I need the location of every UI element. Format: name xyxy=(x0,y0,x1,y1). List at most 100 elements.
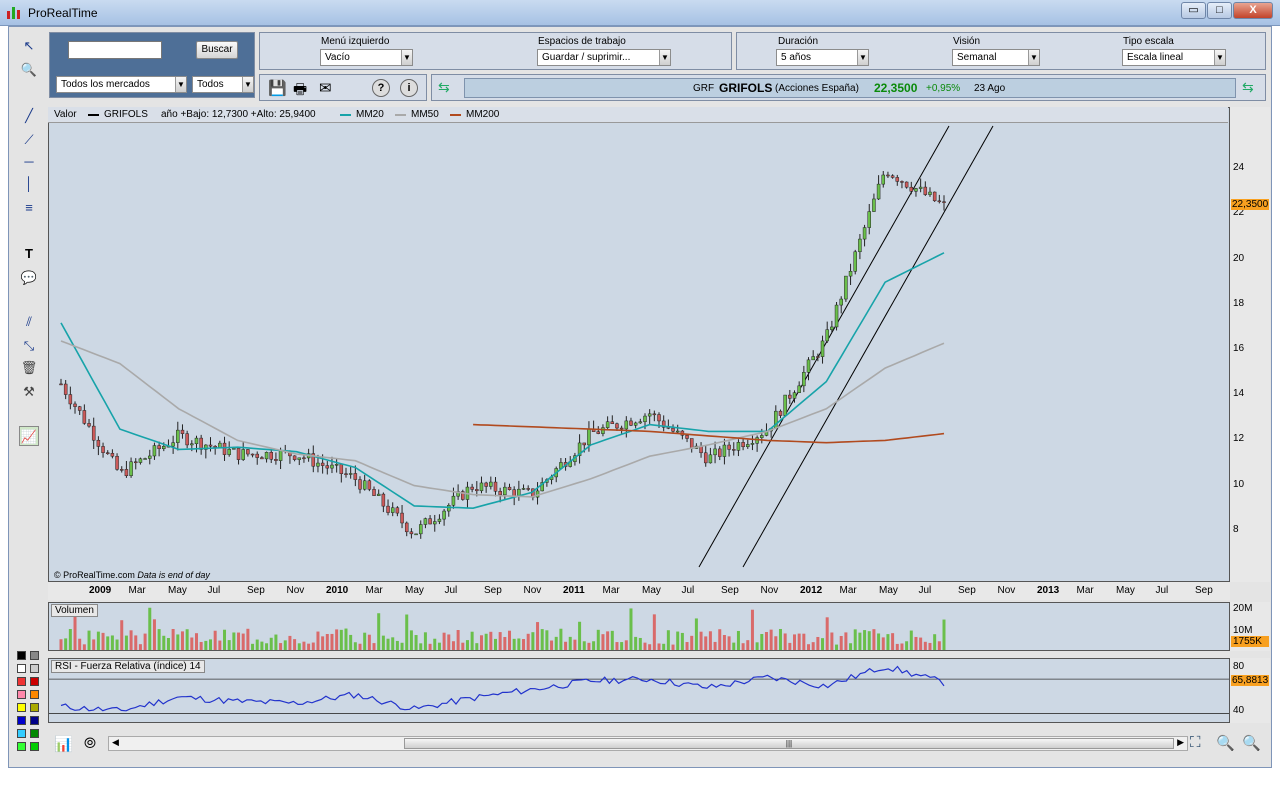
color-swatch[interactable] xyxy=(17,677,26,686)
save-icon[interactable]: 💾 xyxy=(268,79,287,97)
quote-name: GRIFOLS xyxy=(719,81,773,95)
rsi-chart[interactable]: RSI - Fuerza Relativa (índice) 14 xyxy=(48,658,1230,723)
trash-icon[interactable]: 🗑 xyxy=(19,358,39,378)
color-swatch[interactable] xyxy=(30,677,39,686)
color-swatch[interactable] xyxy=(17,664,26,673)
color-swatch[interactable] xyxy=(17,690,26,699)
volume-bar xyxy=(769,629,773,650)
candle-body xyxy=(797,385,801,393)
quote-date: 23 Ago xyxy=(974,83,1006,94)
minimize-button[interactable]: ▭ xyxy=(1181,2,1206,19)
color-swatch[interactable] xyxy=(30,742,39,751)
volume-bar xyxy=(568,636,572,650)
mail-icon[interactable]: ✉ xyxy=(319,79,332,97)
volume-bar xyxy=(821,638,825,650)
volume-bar xyxy=(176,634,180,650)
volume-last: 1755K xyxy=(1231,636,1269,647)
volume-bar xyxy=(522,639,526,650)
color-swatch[interactable] xyxy=(30,651,39,660)
workspace-select[interactable]: Guardar / suprimir... ▼ xyxy=(537,49,671,66)
horizontal-scrollbar[interactable]: ◀ ||| ▶ xyxy=(108,736,1188,751)
horizontal-line-icon[interactable]: ─ xyxy=(19,152,39,172)
candle-body xyxy=(717,448,722,457)
candle-body xyxy=(334,464,339,466)
comment-icon[interactable]: 💬 xyxy=(19,268,39,288)
zoom-fit-icon[interactable]: ⛶ xyxy=(1190,734,1201,751)
search-button[interactable]: Buscar xyxy=(196,41,238,59)
ray-tool-icon[interactable]: ⟋ xyxy=(19,130,39,150)
candle-body xyxy=(176,429,180,443)
volume-bar xyxy=(265,643,269,650)
candle-body xyxy=(148,455,152,459)
color-swatch[interactable] xyxy=(30,716,39,725)
fibonacci-icon[interactable]: ≡ xyxy=(19,198,39,218)
volume-bar xyxy=(106,636,110,650)
color-swatch[interactable] xyxy=(30,690,39,699)
indicator-icon[interactable]: 📈 xyxy=(19,426,39,446)
volume-bar xyxy=(713,641,717,650)
time-tick: Mar xyxy=(365,585,383,596)
line-tool-icon[interactable]: ╱ xyxy=(19,106,39,126)
scroll-right-icon[interactable]: ▶ xyxy=(1177,737,1184,748)
info-icon[interactable]: i xyxy=(400,79,418,97)
volume-bar xyxy=(423,632,427,650)
volume-bar xyxy=(928,642,932,650)
scroll-left-icon[interactable]: ◀ xyxy=(112,737,119,748)
candle-body xyxy=(418,524,423,535)
color-swatch[interactable] xyxy=(17,716,26,725)
volume-bar xyxy=(475,643,479,650)
help-icon[interactable]: ? xyxy=(372,79,390,97)
candle-body xyxy=(498,491,502,496)
cursor-icon[interactable]: ⦾ xyxy=(84,735,96,752)
vertical-line-icon[interactable]: │ xyxy=(19,174,39,194)
candle-body xyxy=(732,449,736,451)
print-icon[interactable]: 🖶 xyxy=(293,79,307,104)
filter-select[interactable]: Todos ▼ xyxy=(192,76,254,93)
volume-bar xyxy=(367,634,371,650)
channel-icon[interactable]: ⫽ xyxy=(19,312,39,332)
color-swatch[interactable] xyxy=(17,703,26,712)
scroll-thumb[interactable]: ||| xyxy=(404,738,1174,749)
chart-settings-icon[interactable]: 📊 xyxy=(54,735,73,753)
chart-forward-icon[interactable]: ⇆ xyxy=(1242,79,1254,96)
color-swatch[interactable] xyxy=(17,742,26,751)
view-select[interactable]: Semanal ▼ xyxy=(952,49,1040,66)
chart-back-icon[interactable]: ⇆ xyxy=(438,79,450,96)
candle-body xyxy=(923,186,928,195)
pointer-icon[interactable]: ↖ xyxy=(19,36,39,56)
volume-bar xyxy=(526,633,530,650)
left-menu-select[interactable]: Vacío ▼ xyxy=(320,49,413,66)
text-tool-icon[interactable]: T xyxy=(19,244,39,264)
color-swatch[interactable] xyxy=(17,729,26,738)
market-select[interactable]: Todos los mercados ▼ xyxy=(56,76,187,93)
volume-bar xyxy=(353,642,357,650)
volume-bar xyxy=(508,630,512,650)
volume-bar xyxy=(816,636,820,650)
color-swatch[interactable] xyxy=(30,703,39,712)
tools-icon[interactable]: ⚒ xyxy=(19,382,39,402)
duration-select[interactable]: 5 años ▼ xyxy=(776,49,869,66)
legend-mm50: MM50 xyxy=(411,109,439,120)
scale-select[interactable]: Escala lineal ▼ xyxy=(1122,49,1226,66)
volume-chart[interactable]: Volumen xyxy=(48,602,1230,651)
price-chart[interactable] xyxy=(48,107,1230,582)
maximize-button[interactable]: □ xyxy=(1207,2,1232,19)
zoom-out-icon[interactable]: 🔍 xyxy=(1216,734,1235,752)
volume-bar xyxy=(251,643,255,650)
color-swatch[interactable] xyxy=(17,651,26,660)
volume-bar xyxy=(536,622,540,650)
trendline-lower[interactable] xyxy=(742,125,994,568)
volume-bar xyxy=(134,635,138,650)
color-swatch[interactable] xyxy=(30,664,39,673)
volume-bar xyxy=(708,631,712,650)
candle-body xyxy=(330,464,334,469)
zoom-icon[interactable]: 🔍 xyxy=(19,60,39,80)
time-axis: 2009 Mar May Jul Sep Nov 2010 Mar May Jul Sep Nov 20… xyxy=(48,582,1230,600)
search-input[interactable] xyxy=(68,41,162,59)
zoom-in-icon[interactable]: 🔍 xyxy=(1242,734,1261,752)
close-button[interactable]: X xyxy=(1233,2,1273,19)
measure-icon[interactable]: ⤡ xyxy=(19,336,39,356)
candle-body xyxy=(157,445,161,449)
color-swatch[interactable] xyxy=(30,729,39,738)
candle-body xyxy=(685,435,689,439)
